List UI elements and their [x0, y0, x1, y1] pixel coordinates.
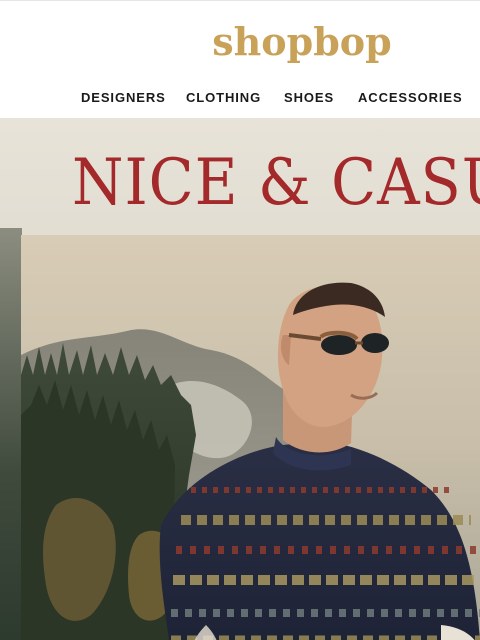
- hero-background-forest: [0, 228, 22, 640]
- nav-designers[interactable]: DESIGNERS: [81, 90, 166, 105]
- site-header: shopbop DESIGNERS CLOTHING SHOES ACCESSO…: [0, 0, 480, 119]
- shopbop-logo[interactable]: shopbop: [62, 19, 480, 64]
- hero-headline: NICE & CASUAL: [72, 146, 480, 220]
- hero-banner[interactable]: NICE & CASUAL: [0, 118, 480, 640]
- main-nav: DESIGNERS CLOTHING SHOES ACCESSORIES: [0, 90, 480, 106]
- nav-accessories[interactable]: ACCESSORIES: [358, 90, 463, 105]
- hero-photo-illustration: [21, 235, 480, 640]
- nav-clothing[interactable]: CLOTHING: [186, 90, 261, 105]
- nav-shoes[interactable]: SHOES: [284, 90, 334, 105]
- hero-photo[interactable]: [21, 235, 480, 640]
